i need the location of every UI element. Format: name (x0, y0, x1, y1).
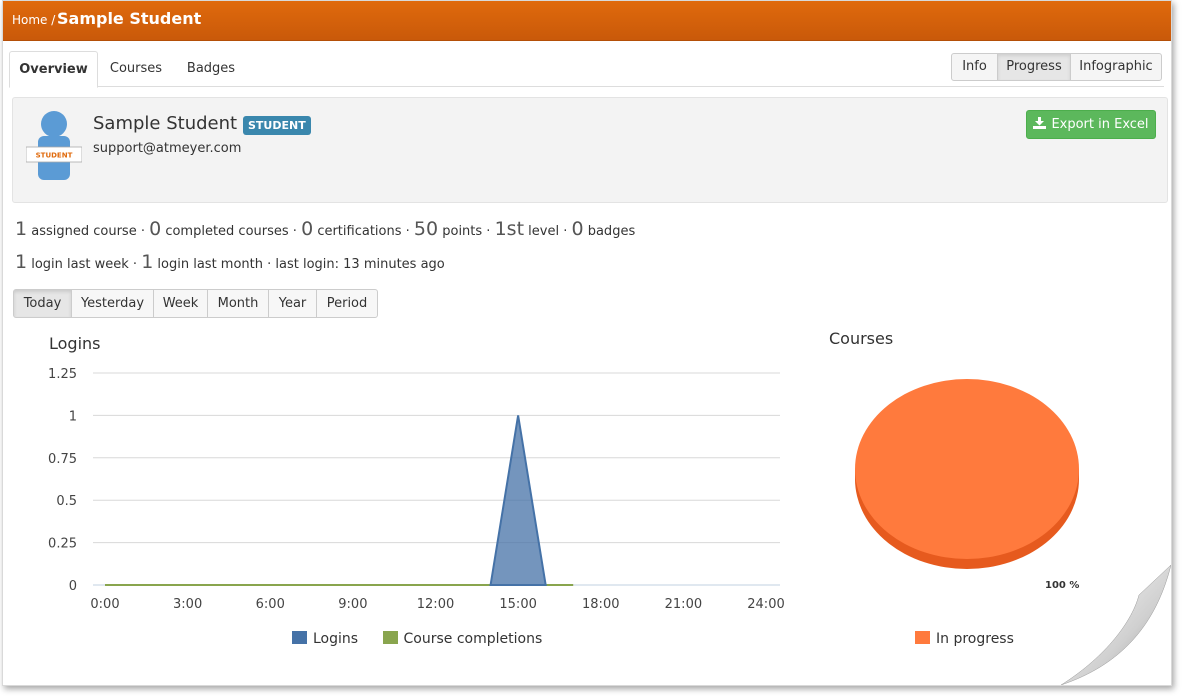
y-tick-label: 0.75 (48, 452, 77, 467)
range-week-button[interactable]: Week (153, 289, 208, 318)
x-tick-label: 24:00 (747, 597, 784, 612)
stat-assigned-label: assigned course · (31, 224, 145, 239)
tab-courses[interactable]: Courses (101, 51, 171, 85)
view-progress-button[interactable]: Progress (997, 53, 1071, 81)
stat-completed-value: 0 (149, 218, 162, 240)
legend-label-in-progress: In progress (936, 631, 1014, 647)
courses-legend: In progress (915, 631, 1014, 647)
x-tick-label: 6:00 (256, 597, 285, 612)
logins-legend: Logins Course completions (292, 631, 542, 647)
stat-completed-label: completed courses · (165, 224, 297, 239)
x-tick-label: 15:00 (499, 597, 536, 612)
stat-points-value: 50 (413, 218, 439, 240)
x-tick-label: 18:00 (582, 597, 619, 612)
logins-chart-title: Logins (49, 334, 101, 353)
x-tick-label: 21:00 (665, 597, 702, 612)
stat-login-week-value: 1 (15, 251, 28, 273)
legend-swatch-completions (382, 631, 398, 644)
page-curl-decoration (1061, 565, 1171, 685)
download-icon (1033, 117, 1047, 129)
export-label: Export in Excel (1051, 117, 1149, 132)
export-excel-button[interactable]: Export in Excel (1026, 110, 1156, 139)
avatar-tag-label: STUDENT (36, 152, 73, 160)
logins-chart: 0 0.25 0.5 0.75 1 1.25 0:00 3:00 6:00 9:00 12:00 15… (48, 367, 785, 612)
tab-overview[interactable]: Overview (9, 51, 98, 88)
view-infographic-button[interactable]: Infographic (1070, 53, 1162, 81)
stat-login-week-label: login last week · (31, 257, 138, 272)
avatar: STUDENT (26, 111, 82, 180)
stat-level-value: 1st (494, 218, 525, 240)
x-tick-label: 9:00 (338, 597, 367, 612)
range-today-button[interactable]: Today (13, 289, 72, 318)
page-header: Home / Sample Student (3, 1, 1171, 41)
legend-item-completions[interactable]: Course completions (382, 631, 543, 647)
y-tick-label: 0 (69, 579, 77, 594)
legend-swatch-in-progress (915, 631, 930, 644)
legend-label-logins: Logins (313, 631, 359, 647)
student-email: support@atmeyer.com (93, 141, 242, 156)
y-tick-label: 1 (69, 409, 77, 424)
legend-label-completions: Course completions (403, 631, 543, 647)
stat-login-month-label: login last month · last login: 13 minute… (157, 257, 445, 272)
y-tick-label: 0.25 (48, 537, 77, 552)
range-period-button[interactable]: Period (316, 289, 378, 318)
profile-card: STUDENT Sample Student STUDENT support@a… (12, 97, 1168, 203)
x-tick-label: 3:00 (173, 597, 202, 612)
x-tick-label: 0:00 (90, 597, 119, 612)
stat-login-month-value: 1 (141, 251, 154, 273)
pie-slice-in-progress (855, 379, 1079, 559)
stats-line-1: 1 assigned course · 0 completed courses … (15, 218, 635, 240)
breadcrumb-home[interactable]: Home / (12, 13, 55, 27)
stat-certs-label: certifications · (317, 224, 410, 239)
stat-badges-label: badges (587, 224, 636, 239)
x-tick-label: 12:00 (417, 597, 454, 612)
avatar-head (41, 111, 67, 137)
courses-chart-title: Courses (829, 329, 894, 348)
legend-item-in-progress[interactable]: In progress (915, 631, 1014, 647)
stat-assigned-value: 1 (15, 218, 28, 240)
tab-badges[interactable]: Badges (179, 51, 243, 85)
stat-points-label: points · (442, 224, 491, 239)
legend-item-logins[interactable]: Logins (292, 631, 358, 647)
view-info-button[interactable]: Info (951, 53, 998, 81)
stat-badges-value: 0 (571, 218, 584, 240)
legend-swatch-logins (292, 631, 307, 644)
range-month-button[interactable]: Month (207, 289, 269, 318)
page-title: Sample Student (57, 9, 202, 28)
range-yesterday-button[interactable]: Yesterday (71, 289, 154, 318)
y-tick-label: 0.5 (56, 494, 77, 509)
stat-certs-value: 0 (301, 218, 314, 240)
page-frame: Home / Sample Student Overview Courses B… (2, 0, 1172, 686)
stat-level-label: level · (528, 224, 568, 239)
range-year-button[interactable]: Year (268, 289, 317, 318)
role-badge: STUDENT (243, 116, 311, 135)
stats-line-2: 1 login last week · 1 login last month ·… (15, 251, 445, 273)
y-tick-label: 1.25 (48, 367, 77, 382)
student-name: Sample Student (93, 113, 238, 134)
